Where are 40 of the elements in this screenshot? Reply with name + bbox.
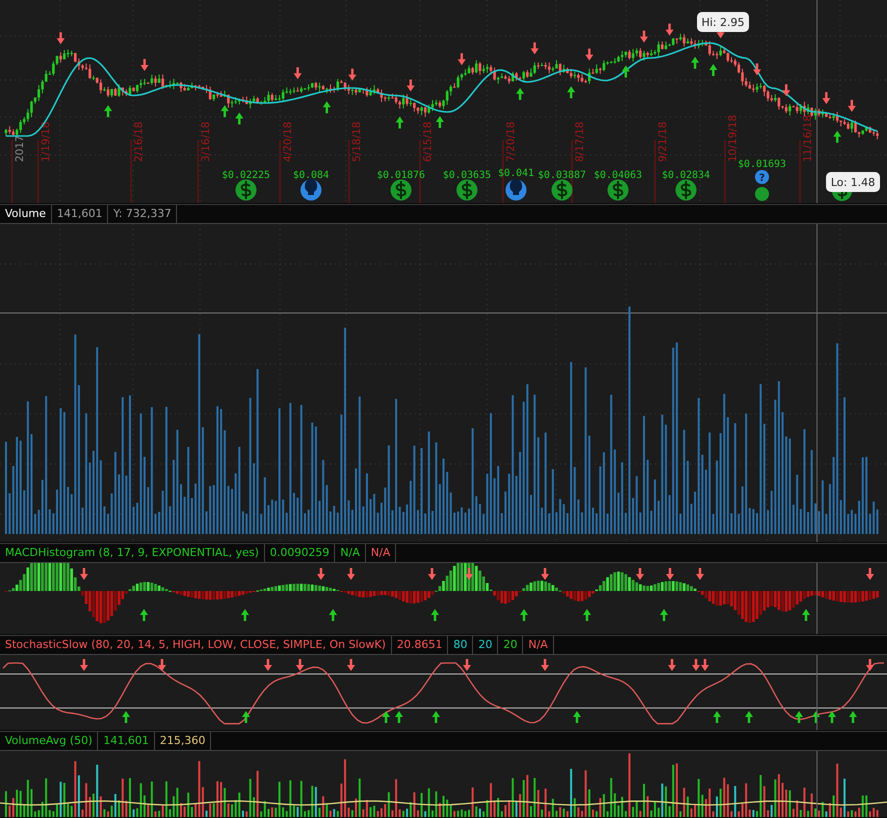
study-value: 141,601 bbox=[52, 205, 108, 223]
event-amount: $0.03887 bbox=[538, 170, 586, 181]
study-value: 20 bbox=[473, 636, 498, 654]
study-value: 215,360 bbox=[154, 732, 212, 750]
date-label: 1/19/18 bbox=[40, 122, 52, 162]
event-amount: $0.04063 bbox=[594, 170, 642, 181]
study-value: N/A bbox=[523, 636, 554, 654]
high-price-tooltip: Hi: 2.95 bbox=[697, 12, 749, 32]
date-label: 10/19/18 bbox=[727, 114, 739, 162]
study-value: 141,601 bbox=[98, 732, 155, 750]
date-label: 2017 bbox=[14, 135, 26, 162]
date-label: 3/16/18 bbox=[200, 122, 212, 162]
event-amount: $0.084 bbox=[292, 170, 330, 181]
study-title: StochasticSlow (80, 20, 14, 5, HIGH, LOW, CLOSE, SIMPLE, On SlowK) bbox=[0, 636, 392, 654]
event-amount: $0.041 bbox=[498, 168, 534, 179]
study-value: 80 bbox=[448, 636, 474, 654]
date-label: 8/17/18 bbox=[574, 122, 586, 162]
event-amount: $0.01876 bbox=[376, 170, 426, 181]
date-label: 4/20/18 bbox=[282, 122, 294, 162]
low-price-tooltip: Lo: 1.48 bbox=[826, 172, 880, 192]
date-label: 11/16/18 bbox=[802, 114, 814, 162]
study-value: 20 bbox=[498, 636, 524, 654]
date-label: 6/15/18 bbox=[422, 122, 434, 162]
event-drawing[interactable]: ? bbox=[755, 170, 769, 201]
event-amount: $0.02225 bbox=[222, 170, 270, 181]
study-title: VolumeAvg (50) bbox=[0, 732, 98, 750]
date-label: 5/18/18 bbox=[351, 122, 363, 162]
study-value: 0.0090259 bbox=[264, 544, 336, 562]
study-value: 20.8651 bbox=[392, 636, 448, 654]
date-label: 7/20/18 bbox=[505, 122, 517, 162]
date-label: 9/21/18 bbox=[657, 122, 669, 162]
event-amount: $0.03635 bbox=[442, 170, 492, 181]
study-title: MACDHistogram (8, 17, 9, EXPONENTIAL, yes) bbox=[0, 544, 265, 562]
date-label: 2/16/18 bbox=[133, 122, 145, 162]
study-title: Volume bbox=[0, 205, 52, 223]
study-value: Y: 732,337 bbox=[108, 205, 178, 223]
study-value: N/A bbox=[335, 544, 366, 562]
study-value: N/A bbox=[366, 544, 396, 562]
event-amount: $0.01693 bbox=[738, 159, 786, 170]
event-amount: $0.02834 bbox=[662, 170, 710, 181]
